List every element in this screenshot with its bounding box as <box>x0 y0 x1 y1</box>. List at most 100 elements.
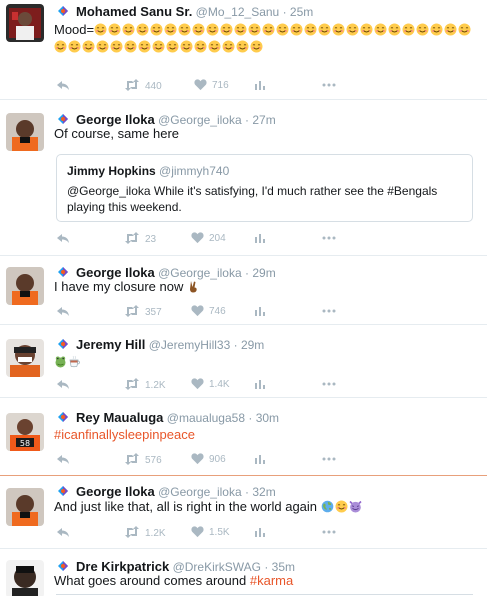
conversation-icon <box>56 265 70 279</box>
avatar[interactable]: 58 <box>6 413 44 451</box>
reply-button[interactable] <box>56 78 70 92</box>
retweet-button[interactable]: 23 <box>124 231 156 245</box>
analytics-button[interactable] <box>253 525 267 539</box>
tea-cup-emoji-icon <box>68 355 81 368</box>
quoted-author-name[interactable]: Jimmy Hopkins <box>67 164 156 178</box>
separator: · <box>248 411 253 425</box>
tweet-actions: 357 746 <box>56 304 356 318</box>
conversation-icon <box>56 337 70 351</box>
retweet-icon <box>125 232 139 244</box>
heart-icon <box>191 453 204 465</box>
more-icon <box>322 83 336 87</box>
retweet-icon <box>125 79 139 91</box>
more-icon <box>322 530 336 534</box>
retweet-icon <box>125 378 139 390</box>
quoted-tweet[interactable]: Jimmy Hopkins @jimmyh740 @George_iloka W… <box>56 154 473 222</box>
analytics-icon <box>255 380 265 389</box>
author-name[interactable]: Rey Maualuga <box>76 410 163 425</box>
smiling-face-emoji-icon <box>444 23 457 36</box>
author-handle[interactable]: @George_iloka <box>158 485 242 499</box>
like-button[interactable]: 716 <box>194 78 229 92</box>
author-name[interactable]: Mohamed Sanu Sr. <box>76 4 192 19</box>
quoted-author-handle[interactable]: @jimmyh740 <box>159 164 229 178</box>
reply-button[interactable] <box>56 525 70 539</box>
author-handle[interactable]: @Mo_12_Sanu <box>196 5 280 19</box>
avatar[interactable] <box>6 560 44 596</box>
avatar[interactable] <box>6 339 44 377</box>
smiling-face-emoji-icon <box>220 23 233 36</box>
retweet-button[interactable]: 576 <box>124 452 162 466</box>
smiling-face-emoji-icon <box>124 40 137 53</box>
analytics-button[interactable] <box>253 452 267 466</box>
analytics-button[interactable] <box>253 231 267 245</box>
heart-icon <box>191 378 204 390</box>
tweet-actions: 576 906 <box>56 452 356 466</box>
timestamp[interactable]: 29m <box>241 338 264 352</box>
analytics-button[interactable] <box>253 78 267 92</box>
like-button[interactable]: 906 <box>191 452 226 466</box>
avatar[interactable] <box>6 267 44 305</box>
smiling-face-emoji-icon <box>250 40 263 53</box>
reply-icon <box>57 455 69 464</box>
tweet-george-iloka-1[interactable]: George Iloka @George_iloka · 27m Of cour… <box>0 101 487 256</box>
tweet-rey-maualuga[interactable]: 58 Rey Maualuga @maualuga58 · 30m #icanf… <box>0 399 487 476</box>
hashtag-link[interactable]: #karma <box>250 573 293 588</box>
author-name[interactable]: Jeremy Hill <box>76 337 145 352</box>
more-button[interactable] <box>321 231 337 245</box>
analytics-icon <box>255 81 265 90</box>
author-name[interactable]: George Iloka <box>76 484 155 499</box>
tweet-text-body: I have my closure now <box>54 279 184 294</box>
tweet-mohamed-sanu[interactable]: Mohamed Sanu Sr. @Mo_12_Sanu · 25m Mood=… <box>0 0 487 100</box>
tweet-jeremy-hill[interactable]: Jeremy Hill @JeremyHill33 · 29m 1.2K 1.4… <box>0 326 487 398</box>
smiling-face-emoji-icon <box>94 23 107 36</box>
tweet-text-body: And just like that, all is right in the … <box>54 499 318 514</box>
tweet-text: And just like that, all is right in the … <box>54 498 479 515</box>
like-button[interactable]: 204 <box>191 231 226 245</box>
analytics-button[interactable] <box>253 304 267 318</box>
more-button[interactable] <box>321 452 337 466</box>
like-button[interactable]: 746 <box>191 304 226 318</box>
smiling-face-emoji-icon <box>234 23 247 36</box>
analytics-button[interactable] <box>253 377 267 391</box>
tweet-george-iloka-3[interactable]: George Iloka @George_iloka · 32m And jus… <box>0 477 487 549</box>
more-button[interactable] <box>321 78 337 92</box>
retweet-button[interactable]: 440 <box>124 78 162 92</box>
like-count: 716 <box>212 80 229 91</box>
reply-button[interactable] <box>56 231 70 245</box>
reply-button[interactable] <box>56 452 70 466</box>
retweet-button[interactable]: 357 <box>124 304 162 318</box>
tweet-george-iloka-2[interactable]: George Iloka @George_iloka · 29m I have … <box>0 257 487 325</box>
like-count: 1.5K <box>209 527 230 538</box>
smiling-face-emoji-icon <box>208 40 221 53</box>
retweet-count: 440 <box>145 81 162 92</box>
avatar[interactable] <box>6 488 44 526</box>
like-button[interactable]: 1.4K <box>191 377 230 391</box>
tweet-text: Of course, same here <box>54 126 179 141</box>
reply-button[interactable] <box>56 304 70 318</box>
timestamp[interactable]: 30m <box>256 411 279 425</box>
reply-button[interactable] <box>56 377 70 391</box>
timestamp[interactable]: 32m <box>252 485 275 499</box>
author-handle[interactable]: @JeremyHill33 <box>149 338 231 352</box>
separator: · <box>282 5 287 19</box>
retweet-button[interactable]: 1.2K <box>124 377 166 391</box>
tweet-dre-kirkpatrick[interactable]: Dre Kirkpatrick @DreKirkSWAG · 35m What … <box>0 550 487 596</box>
timestamp[interactable]: 25m <box>290 5 313 19</box>
more-button[interactable] <box>321 377 337 391</box>
more-button[interactable] <box>321 304 337 318</box>
smiling-face-emoji-icon <box>416 23 429 36</box>
avatar[interactable] <box>6 113 44 151</box>
avatar[interactable] <box>6 4 44 42</box>
hashtag-link[interactable]: #icanfinallysleepinpeace <box>54 427 195 442</box>
heart-icon <box>191 526 204 538</box>
smiling-face-emoji-icon <box>335 500 348 513</box>
more-button[interactable] <box>321 525 337 539</box>
reply-icon <box>57 307 69 316</box>
retweet-button[interactable]: 1.2K <box>124 525 166 539</box>
like-count: 746 <box>209 306 226 317</box>
quoted-tweet-edge <box>56 594 473 595</box>
quoted-tweet-text: @George_iloka While it's satisfying, I'd… <box>67 184 438 214</box>
smiling-face-emoji-icon <box>332 23 345 36</box>
like-button[interactable]: 1.5K <box>191 525 230 539</box>
author-handle[interactable]: @maualuga58 <box>167 411 245 425</box>
